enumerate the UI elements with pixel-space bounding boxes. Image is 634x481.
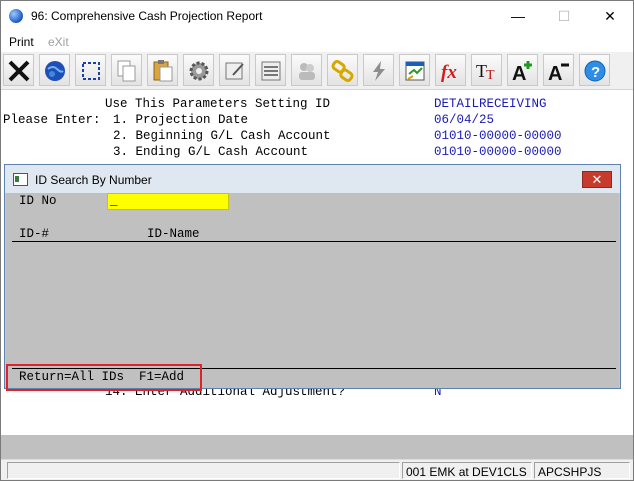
users-icon xyxy=(299,63,315,80)
projection-date-label: 1. Projection Date xyxy=(113,113,249,127)
ending-account-value: 01010-00000-00000 xyxy=(434,145,562,159)
paste-button[interactable] xyxy=(147,54,178,86)
params-id-label: Use This Parameters Setting ID xyxy=(105,97,331,111)
menu-bar: Print eXit xyxy=(1,32,633,52)
status-cell-message xyxy=(7,462,400,479)
svg-text:fx: fx xyxy=(441,62,457,83)
close-x-icon xyxy=(8,60,30,82)
svg-text:T: T xyxy=(486,68,495,83)
status-cell-program: APCSHPJS xyxy=(534,462,630,479)
status-cell-user: 001 EMK at DEV1CLS xyxy=(402,462,532,479)
font-increase-icon: A xyxy=(512,61,532,83)
id-no-cursor: _ xyxy=(110,194,118,208)
maximize-button[interactable]: ☐ xyxy=(541,1,587,31)
globe-button[interactable] xyxy=(39,54,70,86)
column-id-header: ID-# xyxy=(19,227,50,241)
dialog-title: ID Search By Number xyxy=(35,173,152,187)
help-button[interactable]: ? xyxy=(579,54,610,86)
menu-exit[interactable]: eXit xyxy=(48,35,69,49)
font-decrease-icon: A xyxy=(548,63,569,83)
copy-button[interactable] xyxy=(111,54,142,86)
edit-form-button[interactable] xyxy=(219,54,250,86)
font-button[interactable]: TT xyxy=(471,54,502,86)
params-id-value: DETAILRECEIVING xyxy=(434,97,547,111)
minimize-button[interactable]: — xyxy=(495,1,541,31)
beginning-account-value: 01010-00000-00000 xyxy=(434,129,562,143)
column-name-header: ID-Name xyxy=(147,227,200,241)
function-fx-icon: fx xyxy=(441,62,457,83)
list-button[interactable] xyxy=(255,54,286,86)
select-icon xyxy=(82,62,100,80)
beginning-account-label: 2. Beginning G/L Cash Account xyxy=(113,129,331,143)
title-bar: 96: Comprehensive Cash Projection Report… xyxy=(1,1,633,31)
lightning-icon xyxy=(373,61,385,81)
id-no-label: ID No xyxy=(19,194,57,208)
paste-icon xyxy=(153,60,173,82)
edit-form-icon xyxy=(225,62,244,80)
dialog-body: ID No _ ID-# ID-Name Return=All IDs F1=A… xyxy=(6,193,619,388)
dialog-close-button[interactable]: ✕ xyxy=(582,171,612,188)
svg-text:A: A xyxy=(548,63,562,83)
font-increase-button[interactable]: A xyxy=(507,54,538,86)
select-button[interactable] xyxy=(75,54,106,86)
globe-icon xyxy=(45,61,65,81)
status-bar: 001 EMK at DEV1CLS APCSHPJS xyxy=(1,459,633,480)
please-enter-prompt: Please Enter: xyxy=(3,113,101,127)
report-button[interactable] xyxy=(399,54,430,86)
results-list[interactable] xyxy=(12,243,616,367)
id-search-dialog: ID Search By Number ✕ ID No _ ID-# ID-Na… xyxy=(4,164,621,389)
svg-text:?: ? xyxy=(591,64,600,81)
link-chain-icon xyxy=(331,59,354,83)
toolbar: fx TT A A ? xyxy=(1,52,633,90)
help-icon: ? xyxy=(584,60,606,82)
bottom-strip xyxy=(1,435,633,459)
dialog-title-bar: ID Search By Number ✕ xyxy=(5,165,620,193)
report-icon xyxy=(405,61,425,81)
font-decrease-button[interactable]: A xyxy=(543,54,574,86)
close-x-button[interactable] xyxy=(3,54,34,86)
function-button[interactable]: fx xyxy=(435,54,466,86)
users-button[interactable] xyxy=(291,54,322,86)
link-button[interactable] xyxy=(327,54,358,86)
copy-icon xyxy=(117,60,136,82)
projection-date-value: 06/04/25 xyxy=(434,113,495,127)
ending-account-label: 3. Ending G/L Cash Account xyxy=(113,145,309,159)
close-window-button[interactable]: ✕ xyxy=(587,1,633,31)
font-tt-icon: TT xyxy=(476,61,495,83)
app-globe-icon xyxy=(9,9,23,23)
settings-gear-icon xyxy=(189,61,209,81)
list-icon xyxy=(261,61,281,81)
dialog-window-icon xyxy=(13,173,28,186)
id-no-input[interactable]: _ xyxy=(107,193,229,210)
header-divider xyxy=(12,241,616,242)
lightning-button[interactable] xyxy=(363,54,394,86)
footer-highlight-box xyxy=(6,364,202,391)
settings-button[interactable] xyxy=(183,54,214,86)
menu-print[interactable]: Print xyxy=(9,35,34,49)
status-program-text: APCSHPJS xyxy=(538,465,602,479)
window-title: 96: Comprehensive Cash Projection Report xyxy=(31,9,263,23)
status-user-text: 001 EMK at DEV1CLS xyxy=(406,465,527,479)
app-window: 96: Comprehensive Cash Projection Report… xyxy=(0,0,634,481)
